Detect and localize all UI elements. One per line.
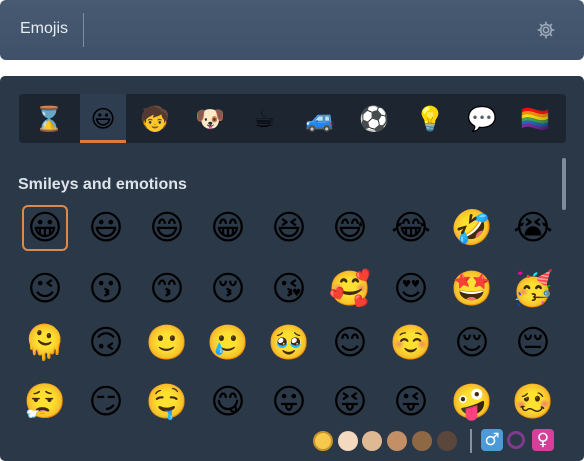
- emoji-button[interactable]: 😃: [83, 205, 129, 251]
- tab-recent[interactable]: ⌛: [26, 94, 72, 143]
- smileys-tab-icon: 😃: [90, 104, 116, 133]
- emoji-button[interactable]: 🤣: [449, 205, 495, 251]
- skin-tone-light[interactable]: [338, 431, 358, 451]
- emoji-button[interactable]: 🥹: [266, 320, 312, 366]
- emoji-button[interactable]: 🤪: [449, 379, 495, 425]
- emoji-button[interactable]: 😚: [205, 266, 251, 312]
- section-title: Smileys and emotions: [18, 176, 187, 193]
- emoji-button[interactable]: 😂: [388, 205, 434, 251]
- emoji-button[interactable]: 😆: [266, 205, 312, 251]
- header-title: Emojis: [20, 20, 69, 37]
- emoji-button[interactable]: 😏: [83, 379, 129, 425]
- emoji-header: Emojis: [0, 0, 584, 60]
- tab-objects[interactable]: 💡: [407, 94, 453, 143]
- emoji-button[interactable]: 😙: [144, 266, 190, 312]
- category-tab-bar: ⌛ 😃 🧒 🐶 ☕ 🚙 ⚽ 💡 💬 🏳️‍🌈: [19, 94, 566, 143]
- emoji-button[interactable]: 😝: [327, 379, 373, 425]
- emoji-button[interactable]: 😊: [327, 320, 373, 366]
- animals-tab-icon: 🐶: [195, 104, 225, 133]
- gear-icon[interactable]: [536, 20, 556, 40]
- skin-tone-dark[interactable]: [437, 431, 457, 451]
- emoji-button[interactable]: 🥲: [205, 320, 251, 366]
- emoji-button[interactable]: 😔: [510, 320, 556, 366]
- tab-travel[interactable]: 🚙: [297, 94, 343, 143]
- emoji-button[interactable]: 😭: [510, 205, 556, 251]
- emoji-picker-panel: ⌛ 😃 🧒 🐶 ☕ 🚙 ⚽ 💡 💬 🏳️‍🌈 Smileys and emotions 😀 😃 😄 😁 😆…: [0, 76, 584, 461]
- tab-symbols[interactable]: 💬: [459, 94, 505, 143]
- emoji-button[interactable]: 🙂: [144, 320, 190, 366]
- emoji-button[interactable]: 😉: [22, 266, 68, 312]
- emoji-button[interactable]: 😀: [22, 205, 68, 251]
- emoji-button[interactable]: 🥴: [510, 379, 556, 425]
- emoji-button[interactable]: 😅: [327, 205, 373, 251]
- emoji-button[interactable]: 😜: [388, 379, 434, 425]
- recent-tab-icon: ⌛: [34, 104, 64, 133]
- tab-activities[interactable]: ⚽: [351, 94, 397, 143]
- tab-smileys[interactable]: 😃: [80, 94, 126, 143]
- emoji-button[interactable]: 🥰: [327, 266, 373, 312]
- emoji-button[interactable]: 🙃: [83, 320, 129, 366]
- emoji-button[interactable]: 🤩: [449, 266, 495, 312]
- active-tab-indicator: [80, 140, 126, 143]
- skin-tone-medium-light[interactable]: [362, 431, 382, 451]
- emoji-button[interactable]: 😌: [449, 320, 495, 366]
- emoji-button[interactable]: 😄: [144, 205, 190, 251]
- tab-people[interactable]: 🧒: [132, 94, 178, 143]
- people-tab-icon: 🧒: [140, 104, 170, 133]
- tab-food[interactable]: ☕: [241, 94, 287, 143]
- flags-tab-icon: 🏳️‍🌈: [520, 104, 550, 133]
- emoji-button[interactable]: 😮‍💨: [22, 379, 68, 425]
- objects-tab-icon: 💡: [415, 104, 445, 133]
- emoji-button[interactable]: 😁: [205, 205, 251, 251]
- skin-tone-medium[interactable]: [387, 431, 407, 451]
- male-sign-icon: ♂: [484, 429, 500, 450]
- tab-animals[interactable]: 🐶: [187, 94, 233, 143]
- emoji-button[interactable]: 🤤: [144, 379, 190, 425]
- tab-flags[interactable]: 🏳️‍🌈: [512, 94, 558, 143]
- symbols-tab-icon: 💬: [467, 104, 497, 133]
- gender-male[interactable]: ♂: [481, 429, 503, 451]
- gender-female[interactable]: ♀: [532, 429, 554, 451]
- header-divider: [83, 13, 84, 47]
- food-tab-icon: ☕: [253, 104, 275, 133]
- emoji-button[interactable]: 😘: [266, 266, 312, 312]
- emoji-button[interactable]: 🫠: [22, 320, 68, 366]
- gender-neutral[interactable]: [507, 431, 525, 449]
- travel-tab-icon: 🚙: [305, 104, 335, 133]
- emoji-button[interactable]: ☺️: [388, 320, 434, 366]
- female-sign-icon: ♀: [536, 429, 550, 450]
- activities-tab-icon: ⚽: [359, 104, 389, 133]
- scrollbar-thumb[interactable]: [562, 158, 566, 210]
- emoji-button[interactable]: 😋: [205, 379, 251, 425]
- emoji-button[interactable]: 🥳: [510, 266, 556, 312]
- emoji-button[interactable]: 😍: [388, 266, 434, 312]
- skin-tone-default[interactable]: [313, 431, 333, 451]
- emoji-button[interactable]: 😛: [266, 379, 312, 425]
- emoji-button[interactable]: 😗: [83, 266, 129, 312]
- skin-tone-medium-dark[interactable]: [412, 431, 432, 451]
- tone-gender-divider: [470, 429, 472, 453]
